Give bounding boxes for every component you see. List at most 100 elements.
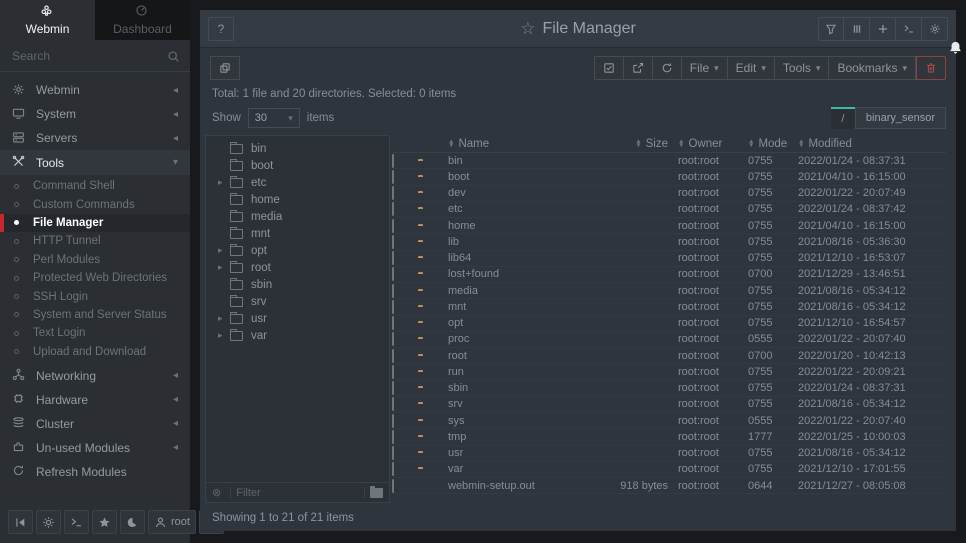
row-name[interactable]: sbin: [448, 382, 582, 394]
menu-bookmarks[interactable]: Bookmarks▾: [829, 56, 916, 80]
tree-item-boot[interactable]: boot: [206, 157, 389, 174]
row-name[interactable]: run: [448, 366, 582, 378]
row-checkbox[interactable]: [392, 479, 394, 493]
chevron-right-icon[interactable]: ▸: [218, 313, 230, 324]
table-row-boot[interactable]: bootroot:root07552021/04/10 - 16:15:00: [392, 169, 946, 185]
row-checkbox[interactable]: [392, 316, 394, 330]
plus-button[interactable]: [870, 17, 896, 41]
row-name[interactable]: media: [448, 285, 582, 297]
tree-item-usr[interactable]: ▸usr: [206, 310, 389, 327]
row-name[interactable]: lib: [448, 236, 582, 248]
menu-file[interactable]: File▾: [682, 56, 728, 80]
table-row-root[interactable]: rootroot:root07002022/01/20 - 10:42:13: [392, 348, 946, 364]
tree-item-root[interactable]: ▸root: [206, 259, 389, 276]
row-name[interactable]: lib64: [448, 252, 582, 264]
row-name[interactable]: opt: [448, 317, 582, 329]
sidebar-item-system[interactable]: System◂: [0, 102, 190, 126]
table-row-srv[interactable]: srvroot:root07552021/08/16 - 05:34:12: [392, 397, 946, 413]
row-name[interactable]: tmp: [448, 431, 582, 443]
row-checkbox[interactable]: [392, 235, 394, 249]
tab-webmin[interactable]: Webmin: [0, 0, 95, 40]
table-row-lost+found[interactable]: lost+foundroot:root07002021/12/29 - 13:4…: [392, 267, 946, 283]
row-name[interactable]: mnt: [448, 301, 582, 313]
row-name[interactable]: sys: [448, 415, 582, 427]
tree-item-mnt[interactable]: mnt: [206, 225, 389, 242]
sidebar-item-command-shell[interactable]: Command Shell: [0, 177, 190, 195]
row-name[interactable]: dev: [448, 187, 582, 199]
table-row-dev[interactable]: devroot:root07552022/01/22 - 20:07:49: [392, 186, 946, 202]
table-row-lib[interactable]: libroot:root07552021/08/16 - 05:36:30: [392, 234, 946, 250]
table-row-tmp[interactable]: tmproot:root17772022/01/25 - 10:00:03: [392, 429, 946, 445]
row-name[interactable]: bin: [448, 155, 582, 167]
tab-dashboard[interactable]: Dashboard: [95, 0, 190, 40]
row-name[interactable]: home: [448, 220, 582, 232]
collapse-sidebar-button[interactable]: [8, 510, 33, 534]
filter-button[interactable]: [818, 17, 844, 41]
breadcrumb-current[interactable]: binary_sensor: [855, 107, 946, 129]
tree-item-srv[interactable]: srv: [206, 293, 389, 310]
user-button[interactable]: root: [148, 510, 196, 534]
table-row-opt[interactable]: optroot:root07552021/12/10 - 16:54:57: [392, 316, 946, 332]
share-button[interactable]: [624, 56, 653, 80]
row-checkbox[interactable]: [392, 251, 394, 265]
tree-item-home[interactable]: home: [206, 191, 389, 208]
sidebar-item-file-manager[interactable]: File Manager: [0, 214, 190, 232]
breadcrumb-root[interactable]: /: [831, 107, 855, 129]
column-header-mode[interactable]: ▲▼Mode: [748, 138, 798, 150]
notification-bell-icon[interactable]: [948, 40, 963, 56]
favorites-star-button[interactable]: [92, 510, 117, 534]
row-checkbox[interactable]: [392, 154, 394, 168]
tree-item-sbin[interactable]: sbin: [206, 276, 389, 293]
row-name[interactable]: lost+found: [448, 268, 582, 280]
column-header-modified[interactable]: ▲▼Modified: [798, 138, 946, 150]
columns-button[interactable]: [844, 17, 870, 41]
row-checkbox[interactable]: [392, 397, 394, 411]
chevron-right-icon[interactable]: ▸: [218, 177, 230, 188]
terminal-button[interactable]: [64, 510, 89, 534]
sidebar-item-webmin[interactable]: Webmin◂: [0, 78, 190, 102]
row-name[interactable]: var: [448, 463, 582, 475]
x-circle-icon[interactable]: ⊗: [212, 486, 221, 499]
row-checkbox[interactable]: [392, 381, 394, 395]
star-outline-icon[interactable]: ☆: [520, 19, 535, 39]
sidebar-item-cluster[interactable]: Cluster◂: [0, 412, 190, 436]
table-row-sys[interactable]: sysroot:root05552022/01/22 - 20:07:40: [392, 413, 946, 429]
menu-edit[interactable]: Edit▾: [728, 56, 775, 80]
row-checkbox[interactable]: [392, 365, 394, 379]
folder-icon[interactable]: [370, 488, 383, 498]
table-row-usr[interactable]: usrroot:root07552021/08/16 - 05:34:12: [392, 446, 946, 462]
trash-button[interactable]: [916, 56, 946, 80]
menu-tools[interactable]: Tools▾: [775, 56, 830, 80]
column-header-size[interactable]: ▲▼Size: [582, 138, 678, 150]
sidebar-item-servers[interactable]: Servers◂: [0, 126, 190, 150]
table-row-bin[interactable]: binroot:root07552022/01/24 - 08:37:31: [392, 153, 946, 169]
tree-item-opt[interactable]: ▸opt: [206, 242, 389, 259]
tree-filter-input[interactable]: [236, 487, 359, 499]
sidebar-item-http-tunnel[interactable]: HTTP Tunnel: [0, 232, 190, 250]
sort-icon[interactable]: ▲▼: [448, 140, 454, 148]
search-input[interactable]: [12, 49, 167, 63]
chevron-right-icon[interactable]: ▸: [218, 262, 230, 273]
table-row-var[interactable]: varroot:root07552021/12/10 - 17:01:55: [392, 462, 946, 478]
sort-icon[interactable]: ▲▼: [678, 140, 684, 148]
sidebar-item-networking[interactable]: Networking◂: [0, 364, 190, 388]
row-checkbox[interactable]: [392, 349, 394, 363]
sort-icon[interactable]: ▲▼: [635, 140, 641, 148]
table-row-sbin[interactable]: sbinroot:root07552022/01/24 - 08:37:31: [392, 381, 946, 397]
table-row-proc[interactable]: procroot:root05552022/01/22 - 20:07:40: [392, 332, 946, 348]
sidebar-item-system-and-server-status[interactable]: System and Server Status: [0, 306, 190, 324]
row-checkbox[interactable]: [392, 284, 394, 298]
sidebar-item-un-used-modules[interactable]: Un-used Modules◂: [0, 436, 190, 460]
chevron-right-icon[interactable]: ▸: [218, 330, 230, 341]
row-checkbox[interactable]: [392, 202, 394, 216]
row-checkbox[interactable]: [392, 219, 394, 233]
sidebar-item-custom-commands[interactable]: Custom Commands: [0, 195, 190, 213]
column-header-name[interactable]: ▲▼Name: [448, 138, 582, 150]
sort-icon[interactable]: ▲▼: [748, 140, 754, 148]
row-checkbox[interactable]: [392, 186, 394, 200]
row-checkbox[interactable]: [392, 430, 394, 444]
sidebar-item-hardware[interactable]: Hardware◂: [0, 388, 190, 412]
table-row-webmin-setup.out[interactable]: webmin-setup.out918 bytesroot:root064420…: [392, 478, 946, 494]
gear-button[interactable]: [922, 17, 948, 41]
row-name[interactable]: usr: [448, 447, 582, 459]
